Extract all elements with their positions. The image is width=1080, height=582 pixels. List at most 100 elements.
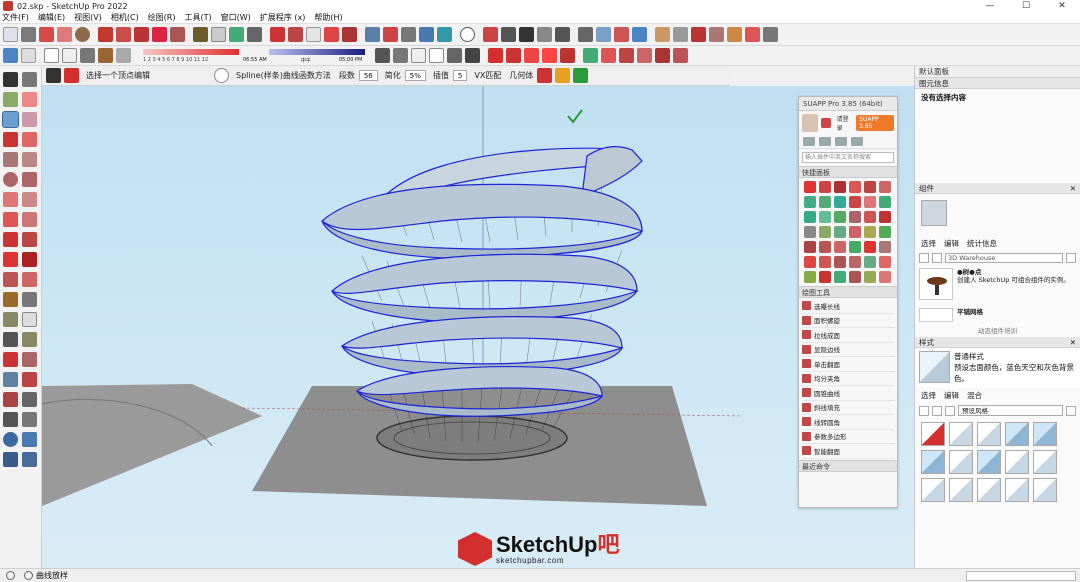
info-icon[interactable] bbox=[6, 571, 15, 580]
section-plane-icon[interactable] bbox=[3, 432, 18, 447]
paint-bucket-icon[interactable] bbox=[3, 92, 18, 107]
commit-icon[interactable] bbox=[537, 68, 553, 83]
menu-window[interactable]: 窗口(W) bbox=[221, 12, 251, 23]
quick-tool-icon[interactable] bbox=[819, 241, 831, 253]
list-item[interactable]: 显隐边线 bbox=[802, 343, 894, 357]
fog-icon[interactable] bbox=[375, 48, 390, 63]
style-swatch[interactable] bbox=[977, 478, 1001, 502]
walk-icon[interactable] bbox=[501, 27, 516, 42]
style-swatch[interactable] bbox=[949, 422, 973, 446]
quick-tool-icon[interactable] bbox=[804, 256, 816, 268]
list-item[interactable]: 圆锥曲线 bbox=[802, 386, 894, 401]
rectangle-icon[interactable] bbox=[3, 152, 18, 167]
look-around-icon[interactable] bbox=[22, 412, 37, 427]
two-point-arc-icon[interactable] bbox=[22, 192, 37, 207]
styles-header[interactable]: 样式 ✕ bbox=[915, 337, 1080, 348]
style-collection-select[interactable]: 预设风格 bbox=[958, 405, 1063, 416]
shaded-texture-icon[interactable] bbox=[98, 48, 113, 63]
3d-text-icon[interactable] bbox=[22, 332, 37, 347]
shadow-time-slider[interactable]: 1 2 3 4 5 6 7 8 9 10 11 12 06:55 AM 中午 0… bbox=[139, 47, 369, 65]
flip-icon[interactable] bbox=[555, 68, 571, 83]
select-arrow-icon[interactable] bbox=[3, 72, 18, 87]
list-item[interactable]: 斜线填充 bbox=[802, 401, 894, 415]
warehouse-icon[interactable] bbox=[655, 27, 670, 42]
axes-icon[interactable] bbox=[229, 27, 244, 42]
quick-tool-icon[interactable] bbox=[834, 241, 846, 253]
list-item[interactable]: 选曝长线 bbox=[802, 299, 894, 314]
quick-tool-icon[interactable] bbox=[879, 226, 891, 238]
menu-camera[interactable]: 相机(C) bbox=[111, 12, 139, 23]
menu-edit[interactable]: 编辑(E) bbox=[38, 12, 65, 23]
list-item[interactable]: 参数多边形 bbox=[802, 430, 894, 444]
pie-icon[interactable] bbox=[22, 212, 37, 227]
tab-edit[interactable]: 编辑 bbox=[944, 390, 959, 401]
iso-view-icon[interactable] bbox=[365, 27, 380, 42]
quick-tool-icon[interactable] bbox=[879, 196, 891, 208]
zoom-extents-icon[interactable] bbox=[3, 392, 18, 407]
back-edges-icon[interactable] bbox=[21, 48, 36, 63]
quick-tool-icon[interactable] bbox=[804, 181, 816, 193]
quick-tool-icon[interactable] bbox=[864, 241, 876, 253]
select-vertex-icon[interactable] bbox=[46, 68, 61, 83]
plugin-search-input[interactable]: 输入插件中英文名称搜索 bbox=[802, 152, 894, 163]
orbit-icon[interactable] bbox=[3, 352, 18, 367]
quick-tool-icon[interactable] bbox=[864, 211, 876, 223]
style-swatch[interactable] bbox=[949, 450, 973, 474]
list-item[interactable]: 线转圆角 bbox=[802, 415, 894, 430]
three-point-arc-icon[interactable] bbox=[3, 212, 18, 227]
layout-icon[interactable] bbox=[691, 27, 706, 42]
extension-warehouse-icon[interactable] bbox=[673, 27, 688, 42]
quick-tool-icon[interactable] bbox=[864, 196, 876, 208]
position-camera-icon[interactable] bbox=[537, 27, 552, 42]
outliner-icon[interactable] bbox=[411, 48, 426, 63]
front-view-icon[interactable] bbox=[401, 27, 416, 42]
quick-tool-icon[interactable] bbox=[819, 181, 831, 193]
plugin-f-icon[interactable] bbox=[673, 48, 688, 63]
zoom-icon[interactable] bbox=[3, 372, 18, 387]
quick-tool-icon[interactable] bbox=[834, 226, 846, 238]
flower-icon[interactable] bbox=[524, 48, 539, 63]
arc-icon[interactable] bbox=[57, 27, 72, 42]
quick-tool-icon[interactable] bbox=[849, 241, 861, 253]
offset-icon[interactable] bbox=[22, 272, 37, 287]
section-plane-icon[interactable] bbox=[247, 27, 262, 42]
zoom-window-icon[interactable] bbox=[22, 372, 37, 387]
quick-tool-icon[interactable] bbox=[849, 181, 861, 193]
follow-me-icon[interactable] bbox=[22, 252, 37, 267]
top-view-icon[interactable] bbox=[383, 27, 398, 42]
tab-home-icon[interactable] bbox=[803, 137, 815, 146]
wireframe-icon[interactable] bbox=[44, 48, 59, 63]
quick-tool-icon[interactable] bbox=[834, 181, 846, 193]
axes-icon[interactable] bbox=[3, 332, 18, 347]
minimize-button[interactable]: — bbox=[972, 0, 1008, 12]
suapp-version-badge[interactable]: SUAPP 3.85 bbox=[856, 115, 895, 131]
previous-view-icon[interactable] bbox=[22, 392, 37, 407]
polygon-icon[interactable] bbox=[22, 172, 37, 187]
monochrome-icon[interactable] bbox=[116, 48, 131, 63]
close-button[interactable]: ✕ bbox=[1044, 0, 1080, 12]
style-swatch[interactable] bbox=[977, 422, 1001, 446]
quick-tool-icon[interactable] bbox=[804, 226, 816, 238]
quick-tool-icon[interactable] bbox=[834, 256, 846, 268]
lasso-icon[interactable] bbox=[22, 72, 37, 87]
quick-tool-icon[interactable] bbox=[879, 271, 891, 283]
style-swatch[interactable] bbox=[921, 450, 945, 474]
warehouse-search-input[interactable]: 3D Warehouse bbox=[945, 253, 1063, 263]
plugin-c-icon[interactable] bbox=[619, 48, 634, 63]
tab-edit[interactable]: 编辑 bbox=[944, 238, 959, 249]
menu-help[interactable]: 帮助(H) bbox=[314, 12, 342, 23]
avatar[interactable] bbox=[802, 114, 819, 132]
quick-tool-icon[interactable] bbox=[849, 211, 861, 223]
style-swatch[interactable] bbox=[949, 478, 973, 502]
rotate-icon[interactable] bbox=[3, 252, 18, 267]
quick-tool-icon[interactable] bbox=[819, 226, 831, 238]
suapp-title[interactable]: SUAPP Pro 3.85 (64bit) bbox=[799, 97, 897, 111]
simplify-input[interactable]: 5% bbox=[404, 70, 426, 81]
list-item[interactable]: 智能翻面 bbox=[802, 444, 894, 459]
forward-icon[interactable] bbox=[932, 405, 942, 416]
text-icon[interactable] bbox=[22, 312, 37, 327]
menu-draw[interactable]: 绘图(R) bbox=[148, 12, 176, 23]
quick-tool-icon[interactable] bbox=[819, 211, 831, 223]
segments-input[interactable]: 56 bbox=[358, 70, 378, 81]
back-view-icon[interactable] bbox=[437, 27, 452, 42]
